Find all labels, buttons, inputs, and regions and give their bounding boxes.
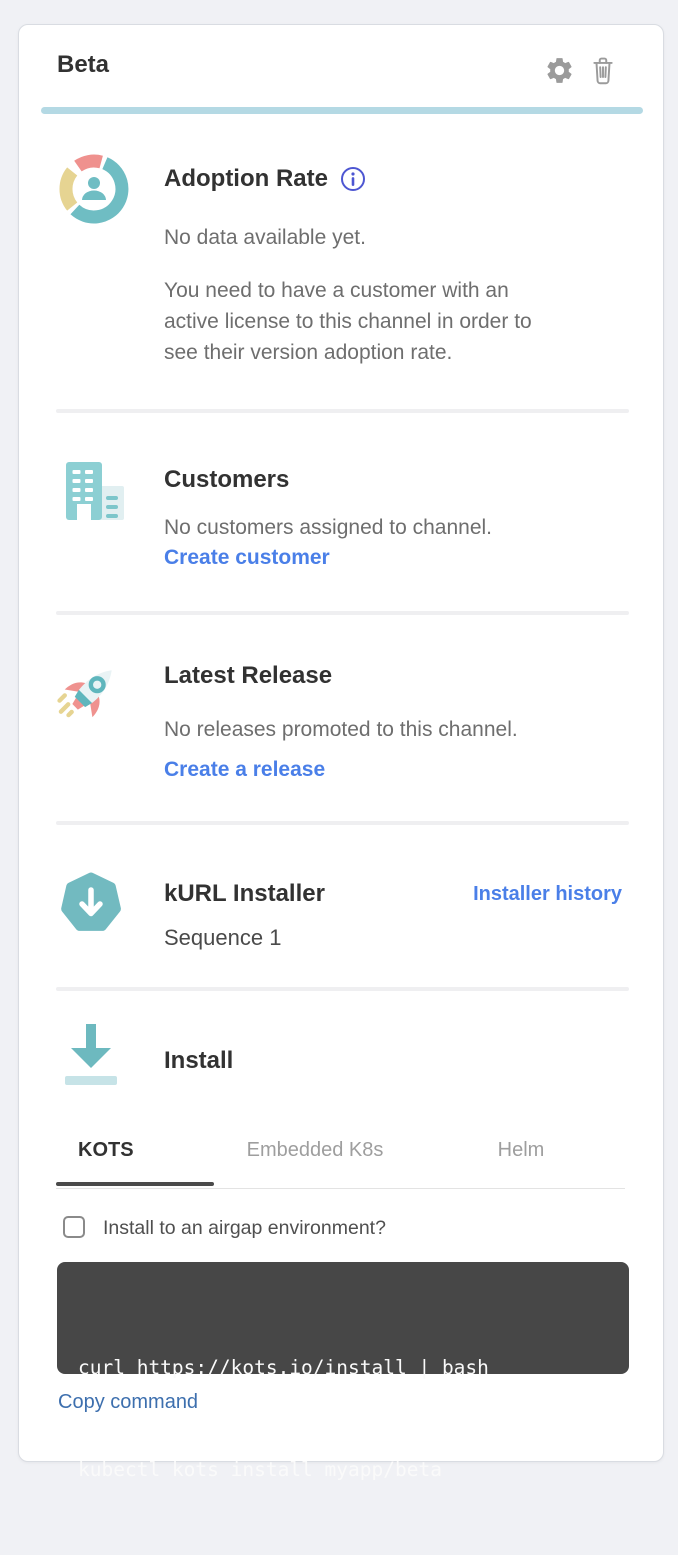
install-command-line: curl https://kots.io/install | bash [78, 1351, 611, 1385]
customers-icon [56, 454, 132, 535]
info-icon[interactable] [340, 166, 366, 192]
tab-embedded-k8s-label: Embedded K8s [247, 1139, 384, 1161]
channel-title: Beta [57, 51, 109, 79]
airgap-checkbox-label[interactable]: Install to an airgap environment? [103, 1217, 386, 1240]
copy-command-link[interactable]: Copy command [58, 1391, 198, 1414]
install-title: Install [164, 1047, 233, 1075]
channel-actions [544, 55, 616, 86]
active-tab-underline [56, 1182, 214, 1186]
section-divider [56, 987, 629, 991]
kurl-installer-icon [56, 868, 126, 943]
adoption-rate-icon [56, 151, 132, 232]
channel-card: Beta Adoption Rate [18, 24, 664, 1462]
kurl-installer-title: kURL Installer [164, 880, 325, 908]
installer-history-link[interactable]: Installer history [473, 883, 622, 906]
install-command-codeblock: curl https://kots.io/install | bash kube… [57, 1262, 629, 1374]
section-divider [56, 821, 629, 825]
install-icon [61, 1021, 121, 1096]
install-tabs: KOTS Embedded K8s Helm [56, 1131, 625, 1189]
section-divider [56, 611, 629, 615]
latest-release-icon [49, 647, 131, 734]
tab-helm[interactable]: Helm [442, 1139, 600, 1184]
tab-kots[interactable]: KOTS [56, 1139, 214, 1184]
tab-kots-label: KOTS [78, 1139, 134, 1161]
gear-icon[interactable] [544, 55, 575, 86]
create-release-link[interactable]: Create a release [164, 758, 325, 782]
channel-color-bar [41, 107, 643, 114]
latest-release-title: Latest Release [164, 662, 332, 690]
trash-icon[interactable] [590, 55, 616, 86]
adoption-rate-header: Adoption Rate [164, 165, 366, 193]
adoption-empty-message: You need to have a customer with an acti… [164, 275, 549, 368]
airgap-checkbox[interactable] [63, 1216, 85, 1238]
latest-release-empty-message: No releases promoted to this channel. [164, 714, 518, 745]
installer-sequence: Sequence 1 [164, 925, 281, 951]
install-command-line: kubectl kots install myapp/beta [78, 1453, 611, 1487]
adoption-empty-title: No data available yet. [164, 222, 366, 253]
tab-helm-label: Helm [498, 1139, 545, 1161]
section-divider [56, 409, 629, 413]
create-customer-link[interactable]: Create customer [164, 546, 330, 570]
tab-embedded-k8s[interactable]: Embedded K8s [236, 1139, 394, 1184]
customers-empty-message: No customers assigned to channel. [164, 512, 492, 543]
customers-title: Customers [164, 466, 289, 494]
adoption-rate-title: Adoption Rate [164, 165, 328, 193]
